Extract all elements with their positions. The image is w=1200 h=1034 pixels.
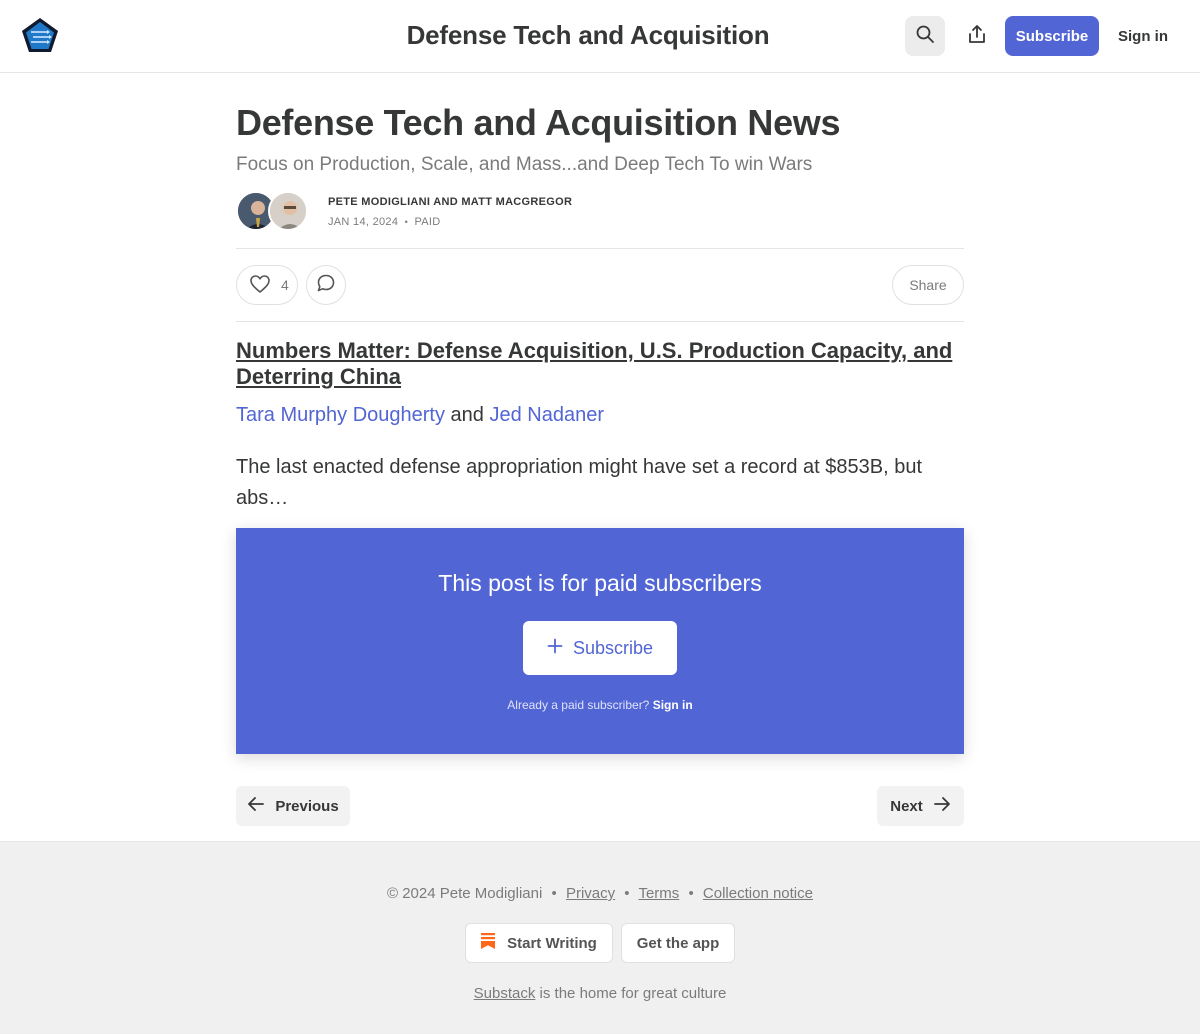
site-title[interactable]: Defense Tech and Acquisition <box>0 20 1176 51</box>
paywall-sign-in-link[interactable]: Sign in <box>653 698 693 712</box>
footer-separator: • <box>624 885 630 902</box>
author-link[interactable]: Jed Nadaner <box>489 404 604 426</box>
previous-post-button[interactable]: Previous <box>236 786 350 826</box>
paywall-subscribe-label: Subscribe <box>572 637 654 658</box>
like-count: 4 <box>281 277 289 293</box>
privacy-link[interactable]: Privacy <box>566 885 615 902</box>
start-writing-button[interactable]: Start Writing <box>465 923 613 963</box>
avatar[interactable] <box>268 191 308 231</box>
share-post-button[interactable]: Share <box>892 265 964 305</box>
footer-tagline: Substack is the home for great culture <box>0 985 1200 1002</box>
top-navigation-bar: Defense Tech and Acquisition Subscribe S… <box>0 0 1200 73</box>
previous-label: Previous <box>275 797 339 815</box>
sign-in-link[interactable]: Sign in <box>1110 16 1176 56</box>
copyright-text: © 2024 Pete Modigliani <box>387 885 543 902</box>
divider <box>236 321 964 322</box>
heart-icon <box>249 274 271 297</box>
like-button[interactable]: 4 <box>236 265 298 305</box>
start-writing-label: Start Writing <box>507 934 597 952</box>
substack-bookmark-icon <box>481 933 496 953</box>
next-label: Next <box>890 797 923 815</box>
footer-links: © 2024 Pete Modigliani • Privacy • Terms… <box>0 885 1200 902</box>
post-meta: JAN 14, 2024 • PAID <box>328 216 441 228</box>
substack-link[interactable]: Substack <box>474 985 536 1002</box>
divider <box>236 248 964 249</box>
tagline-text: is the home for great culture <box>539 985 727 1002</box>
paywall-box: This post is for paid subscribers Subscr… <box>236 528 964 754</box>
terms-link[interactable]: Terms <box>638 885 679 902</box>
share-button[interactable] <box>957 16 997 56</box>
post-title: Defense Tech and Acquisition News <box>236 102 841 143</box>
already-subscriber-text: Already a paid subscriber? <box>507 698 650 712</box>
post-authors[interactable]: PETE MODIGLIANI AND MATT MACGREGOR <box>328 196 572 208</box>
author-link[interactable]: Tara Murphy Dougherty <box>236 404 445 426</box>
author-avatars[interactable] <box>236 191 310 233</box>
post-access-label: PAID <box>414 216 441 228</box>
search-button[interactable] <box>905 16 945 56</box>
article-byline: Tara Murphy Dougherty and Jed Nadaner <box>236 404 604 427</box>
subscribe-button[interactable]: Subscribe <box>1005 16 1099 56</box>
arrow-right-icon <box>933 795 951 817</box>
share-icon <box>967 24 987 49</box>
arrow-left-icon <box>247 795 265 817</box>
comment-icon <box>316 273 336 298</box>
post-date: JAN 14, 2024 <box>328 216 399 228</box>
paywall-already-subscriber: Already a paid subscriber? Sign in <box>236 698 964 712</box>
get-the-app-button[interactable]: Get the app <box>621 923 735 963</box>
comment-button[interactable] <box>306 265 346 305</box>
post-excerpt: The last enacted defense appropriation m… <box>236 456 922 509</box>
plus-icon <box>547 638 563 659</box>
footer-separator: • <box>551 885 557 902</box>
collection-notice-link[interactable]: Collection notice <box>703 885 813 902</box>
search-icon <box>915 24 935 49</box>
paywall-subscribe-button[interactable]: Subscribe <box>523 621 677 675</box>
article-link[interactable]: Numbers Matter: Defense Acquisition, U.S… <box>236 338 964 390</box>
meta-separator: • <box>404 217 409 227</box>
next-post-button[interactable]: Next <box>877 786 964 826</box>
paywall-title: This post is for paid subscribers <box>438 570 762 596</box>
page-footer: © 2024 Pete Modigliani • Privacy • Terms… <box>0 841 1200 1034</box>
footer-separator: • <box>688 885 694 902</box>
post-subtitle: Focus on Production, Scale, and Mass...a… <box>236 154 813 175</box>
byline-and: and <box>450 404 484 426</box>
